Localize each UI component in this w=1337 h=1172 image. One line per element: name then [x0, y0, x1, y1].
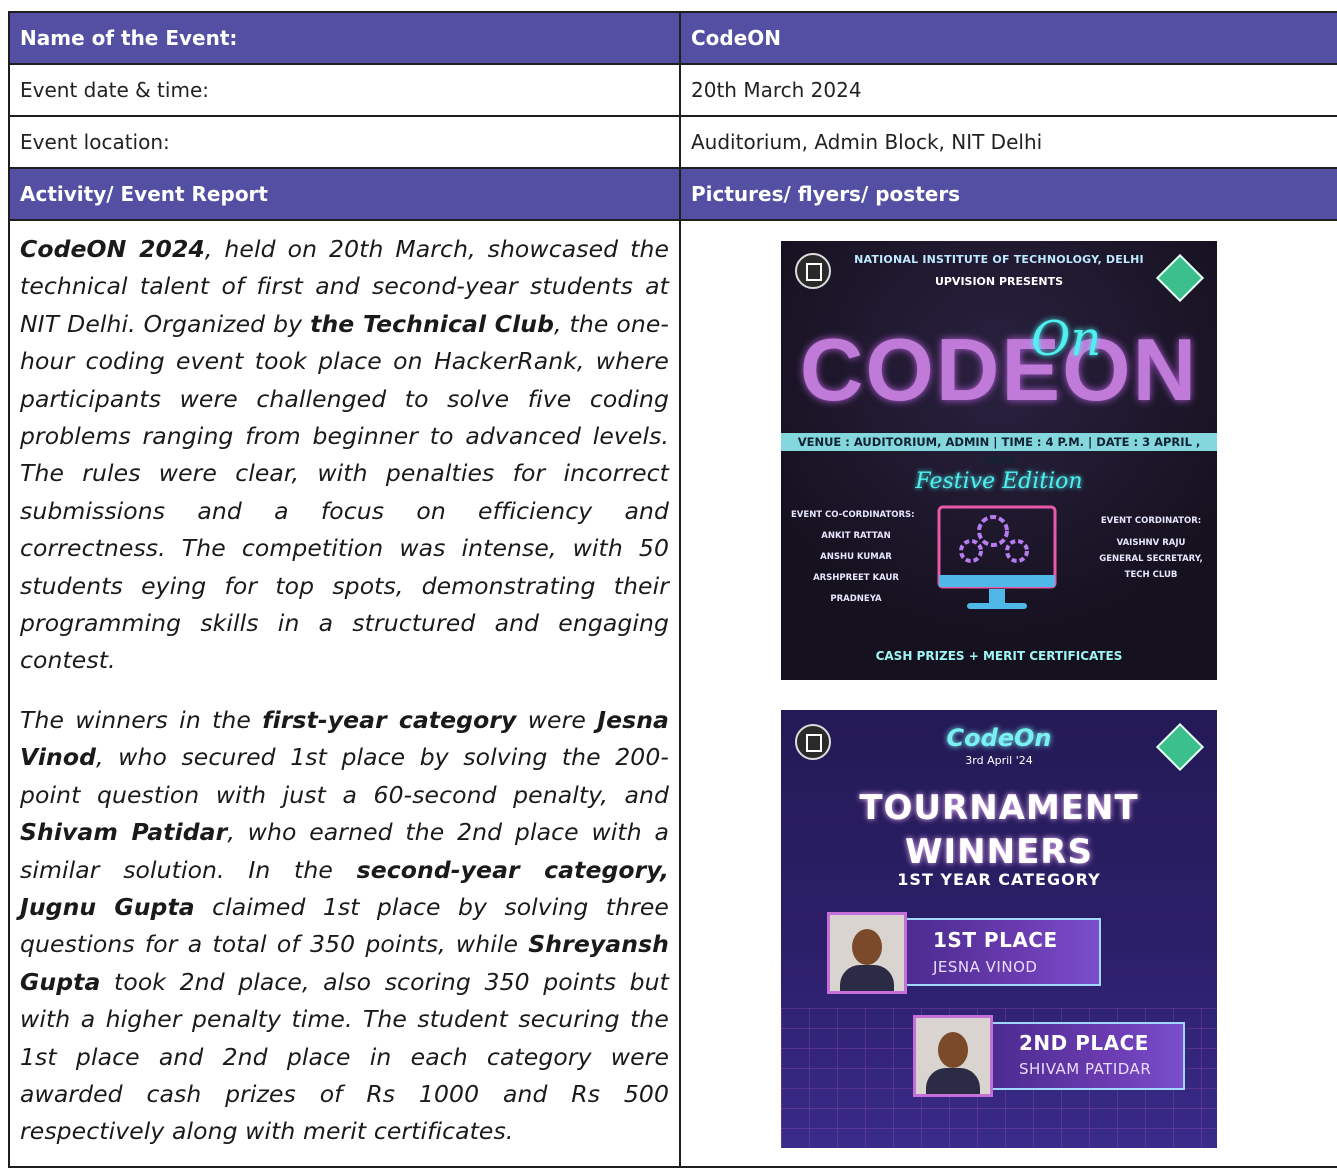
second-place-name: SHIVAM PATIDAR	[1019, 1060, 1152, 1078]
poster-title-2: WINNERS	[905, 832, 1093, 872]
flyer-presents: UPVISION PRESENTS	[934, 275, 1064, 288]
report-text-segment: took 2nd place, also scoring 350 points …	[20, 967, 669, 1146]
report-emphasis: the Technical Club	[310, 309, 555, 338]
computer-gears-icon	[937, 505, 1057, 609]
co-coordinators-label: EVENT CO-CORDINATORS:	[791, 510, 915, 520]
flyer-co-coordinators: EVENT CO-CORDINATORS: ANKIT RATTAN ANSHU…	[791, 505, 921, 610]
co-coordinator: ANSHU KUMAR	[820, 552, 892, 562]
event-date-label: Event date & time:	[8, 63, 681, 117]
first-place-name: JESNA VINOD	[933, 958, 1038, 976]
pictures-header: Pictures/ flyers/ posters	[679, 167, 1337, 221]
flyer-title: CODEON	[799, 320, 1199, 419]
coordinator-label: EVENT CORDINATOR:	[1100, 516, 1202, 526]
flyer-prizes: CASH PRIZES + MERIT CERTIFICATES	[875, 649, 1123, 663]
report-emphasis: first-year category	[262, 705, 517, 734]
poster-subtitle: 1ST YEAR CATEGORY	[897, 870, 1101, 889]
event-location-value: Auditorium, Admin Block, NIT Delhi	[679, 115, 1337, 169]
report-text-segment: The winners in the	[20, 705, 263, 734]
report-cell: CodeON 2024, held on 20th March, showcas…	[8, 219, 681, 1168]
co-coordinator: ARSHPREET KAUR	[813, 573, 899, 583]
poster-script: CodeOn	[946, 724, 1052, 752]
event-name-label: Name of the Event:	[8, 11, 681, 65]
event-name-value: CodeON	[679, 11, 1337, 65]
table-row: Name of the Event: CodeON	[8, 11, 1337, 65]
report-paragraph-2: The winners in the first-year category w…	[20, 692, 669, 1151]
report-emphasis: Shivam Patidar	[20, 818, 228, 847]
report-text-segment: , the one-hour coding event took place o…	[20, 309, 669, 675]
poster-date: 3rd April '24	[965, 754, 1033, 767]
winners-poster: CodeOn 3rd April '24 TOURNAMENT WINNERS …	[781, 710, 1217, 1148]
report-emphasis: CodeON 2024	[20, 235, 205, 263]
report-paragraph-1: CodeON 2024, held on 20th March, showcas…	[20, 221, 669, 680]
report-text-segment: were	[516, 705, 598, 734]
table-row: Event location: Auditorium, Admin Block,…	[8, 115, 1337, 169]
flyer-venue: VENUE : AUDITORIUM, ADMIN | TIME : 4 P.M…	[781, 433, 1217, 467]
flyer-coordinator: EVENT CORDINATOR: VAISHNV RAJU GENERAL S…	[1091, 513, 1211, 583]
coordinator-name: VAISHNV RAJU	[1116, 538, 1186, 548]
co-coordinator: ANKIT RATTAN	[821, 531, 891, 541]
report-text-segment: , who secured 1st place by solving the 2…	[20, 743, 669, 809]
flyer-script: On	[1031, 311, 1102, 367]
table-row: Event date & time: 20th March 2024	[8, 63, 1337, 117]
flyer-edition: Festive Edition	[915, 469, 1083, 494]
report-header: Activity/ Event Report	[8, 167, 681, 221]
coordinator-role: GENERAL SECRETARY, TECH CLUB	[1099, 554, 1203, 580]
second-place-photo	[913, 1015, 993, 1097]
event-date-value: 20th March 2024	[679, 63, 1337, 117]
co-coordinator: PRADNEYA	[830, 594, 882, 604]
first-place-rank: 1ST PLACE	[933, 928, 1058, 952]
poster-title-1: TOURNAMENT	[859, 788, 1139, 828]
flyer-institute: NATIONAL INSTITUTE OF TECHNOLOGY, DELHI	[854, 253, 1144, 266]
table-row: Activity/ Event Report Pictures/ flyers/…	[8, 167, 1337, 221]
first-place-photo	[827, 912, 907, 994]
codeon-flyer: NATIONAL INSTITUTE OF TECHNOLOGY, DELHI …	[781, 241, 1217, 680]
second-place-rank: 2ND PLACE	[1019, 1031, 1149, 1055]
event-location-label: Event location:	[8, 115, 681, 169]
